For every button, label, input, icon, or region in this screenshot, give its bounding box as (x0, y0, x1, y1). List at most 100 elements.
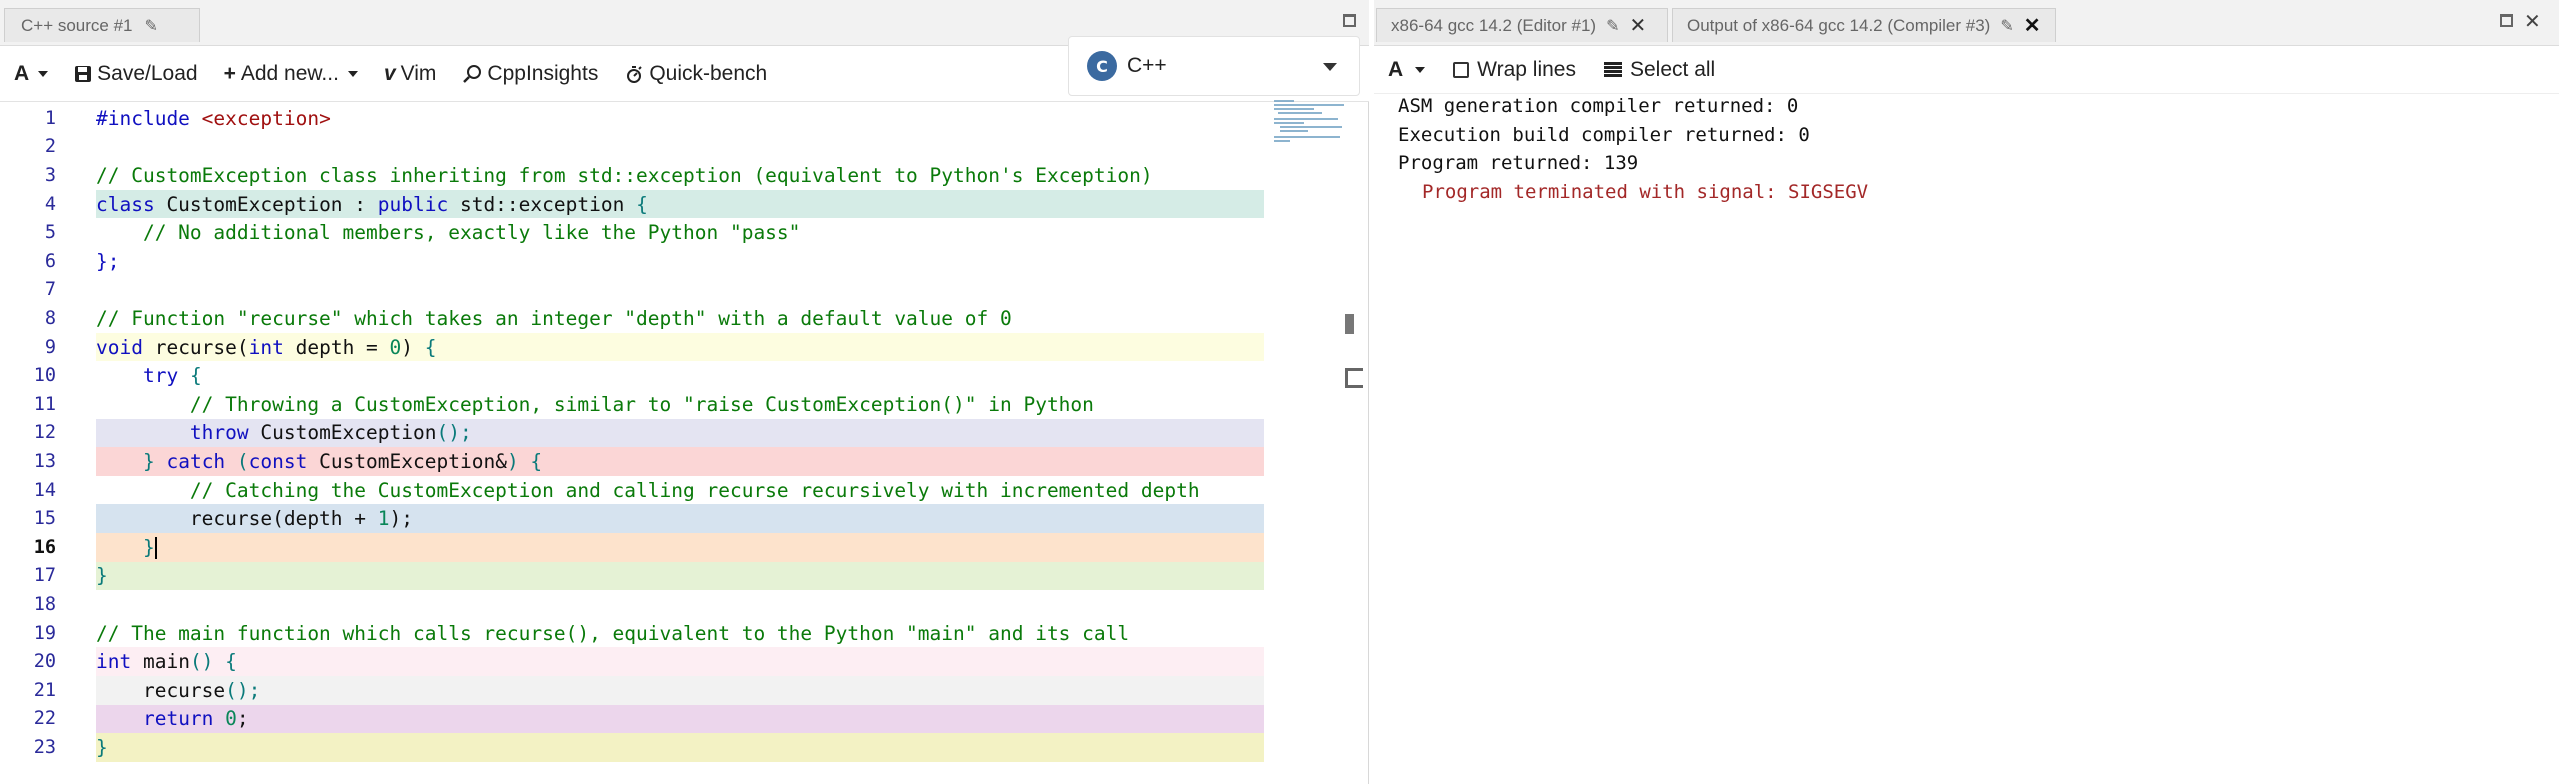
code-line[interactable]: 21 recurse(); (0, 676, 1268, 705)
line-number: 18 (33, 593, 56, 615)
code-token: int (248, 335, 284, 359)
line-number: 12 (33, 422, 56, 444)
code-token: 1 (377, 507, 390, 531)
code-line[interactable]: 1 #include <exception> (0, 104, 1268, 133)
font-size-button[interactable]: A (1388, 57, 1426, 82)
maximize-icon[interactable] (2500, 14, 2513, 27)
code-text: recurse(); (96, 679, 260, 702)
font-icon: A (14, 61, 30, 85)
code-line[interactable]: 18 (0, 590, 1268, 619)
code-text: class CustomException : public std::exce… (96, 193, 648, 216)
line-number: 14 (33, 479, 56, 501)
code-token: public (377, 192, 449, 216)
caret-down-icon (1415, 66, 1426, 73)
code-line[interactable]: 16 } (0, 533, 1268, 562)
code-text: // Throwing a CustomException, similar t… (96, 393, 1094, 416)
code-token: const (248, 449, 308, 473)
code-text: int main() { (96, 650, 237, 673)
line-number: 17 (33, 565, 56, 587)
source-editor-pane: C++ source #1 ✎ A Save/Load + Add new... (0, 0, 1369, 784)
code-line[interactable]: 7 (0, 276, 1268, 305)
font-size-button[interactable]: A (14, 61, 49, 86)
code-text: // CustomException class inheriting from… (96, 164, 1153, 187)
save-icon (75, 65, 92, 82)
tab-label: C++ source #1 (21, 15, 133, 35)
save-load-button[interactable]: Save/Load (74, 62, 198, 86)
code-token: // Catching the CustomException and call… (96, 478, 1200, 502)
code-line[interactable]: 15 recurse(depth + 1); (0, 504, 1268, 533)
code-line[interactable]: 2 (0, 133, 1268, 162)
code-line[interactable]: 19 // The main function which calls recur… (0, 619, 1268, 648)
code-line[interactable]: 10 try { (0, 361, 1268, 390)
code-text: }; (96, 250, 119, 273)
code-token: ) { (506, 449, 543, 473)
line-number: 19 (33, 622, 56, 644)
line-highlight (96, 647, 1264, 676)
close-icon[interactable]: ✕ (2524, 9, 2541, 34)
code-token: { (189, 364, 202, 388)
vim-button[interactable]: v Vim (384, 62, 436, 86)
line-highlight (96, 733, 1264, 762)
code-line[interactable]: 4 class CustomException : public std::exc… (0, 189, 1268, 219)
quick-bench-button[interactable]: Quick-bench (624, 62, 767, 86)
code-line[interactable]: 9 void recurse(int depth = 0) { (0, 332, 1268, 362)
select-all-button[interactable]: Select all (1604, 58, 1715, 82)
code-token: recurse( (142, 335, 249, 359)
code-line[interactable]: 6}; (0, 247, 1268, 276)
tab-compiler-editor[interactable]: x86-64 gcc 14.2 (Editor #1) ✎ ✕ (1376, 8, 1668, 42)
pencil-icon[interactable]: ✎ (1606, 16, 1619, 36)
caret-down-icon (38, 70, 49, 77)
add-new-button[interactable]: + Add new... (224, 62, 358, 86)
code-line[interactable]: 17} (0, 561, 1268, 591)
line-number: 21 (33, 679, 56, 701)
line-number: 13 (33, 450, 56, 472)
code-line[interactable]: 5 // No additional members, exactly like… (0, 218, 1268, 247)
code-line[interactable]: 3 // CustomException class inheriting fro… (0, 161, 1268, 190)
font-icon: A (1388, 57, 1404, 81)
code-token: (); (225, 678, 261, 702)
checkbox-icon[interactable] (1453, 61, 1470, 78)
code-line[interactable]: 12 throw CustomException(); (0, 418, 1268, 448)
language-select[interactable]: C C++ (1068, 36, 1360, 96)
code-token: CustomException& (307, 449, 507, 473)
magnifier-icon (463, 64, 482, 83)
compiler-explorer-window: C++ source #1 ✎ A Save/Load + Add new... (0, 0, 2559, 784)
code-text: // No additional members, exactly like t… (96, 221, 800, 244)
output-line: ASM generation compiler returned: 0 (1398, 95, 1799, 118)
tab-compiler-output[interactable]: Output of x86-64 gcc 14.2 (Compiler #3) … (1672, 8, 2056, 42)
code-token: int (96, 650, 132, 674)
minimap[interactable] (1272, 98, 1350, 144)
maximize-icon[interactable] (1343, 14, 1356, 27)
code-text: return 0; (96, 707, 249, 730)
code-token: CustomException : (154, 192, 378, 216)
cppinsights-button[interactable]: CppInsights (462, 62, 598, 86)
code-token: () { (189, 650, 237, 674)
close-icon[interactable]: ✕ (2024, 16, 2041, 36)
code-token: // No additional members, exactly like t… (96, 221, 801, 245)
code-line[interactable]: 11 // Throwing a CustomException, simila… (0, 390, 1268, 419)
line-number: 23 (33, 736, 56, 758)
code-line[interactable]: 13 } catch (const CustomException&) { (0, 447, 1268, 476)
close-icon[interactable]: ✕ (1629, 16, 1646, 36)
code-token: { (636, 192, 648, 216)
tab-cpp-source[interactable]: C++ source #1 ✎ (4, 8, 200, 42)
line-number: 15 (33, 508, 56, 530)
code-line[interactable]: 23} (0, 733, 1268, 762)
line-highlight (96, 676, 1264, 705)
program-output: ASM generation compiler returned: 0 Exec… (1398, 92, 1868, 206)
code-line[interactable]: 20 int main() { (0, 647, 1268, 676)
code-line[interactable]: 14 // Catching the CustomException and c… (0, 476, 1268, 505)
code-text: } (96, 536, 157, 560)
pencil-icon[interactable]: ✎ (2000, 16, 2013, 36)
code-editor[interactable]: 1 #include <exception> 2 3// CustomExceptio… (0, 102, 1268, 784)
code-line[interactable]: 8 // Function "recurse" which takes an in… (0, 304, 1268, 333)
code-line[interactable]: 22 return 0; (0, 704, 1268, 734)
code-token: ) (401, 335, 425, 359)
pencil-icon[interactable]: ✎ (145, 16, 158, 36)
scrollbar-thumb[interactable] (1345, 314, 1354, 334)
code-token: } (96, 564, 108, 588)
wrap-lines-toggle[interactable]: Wrap lines (1453, 58, 1576, 82)
